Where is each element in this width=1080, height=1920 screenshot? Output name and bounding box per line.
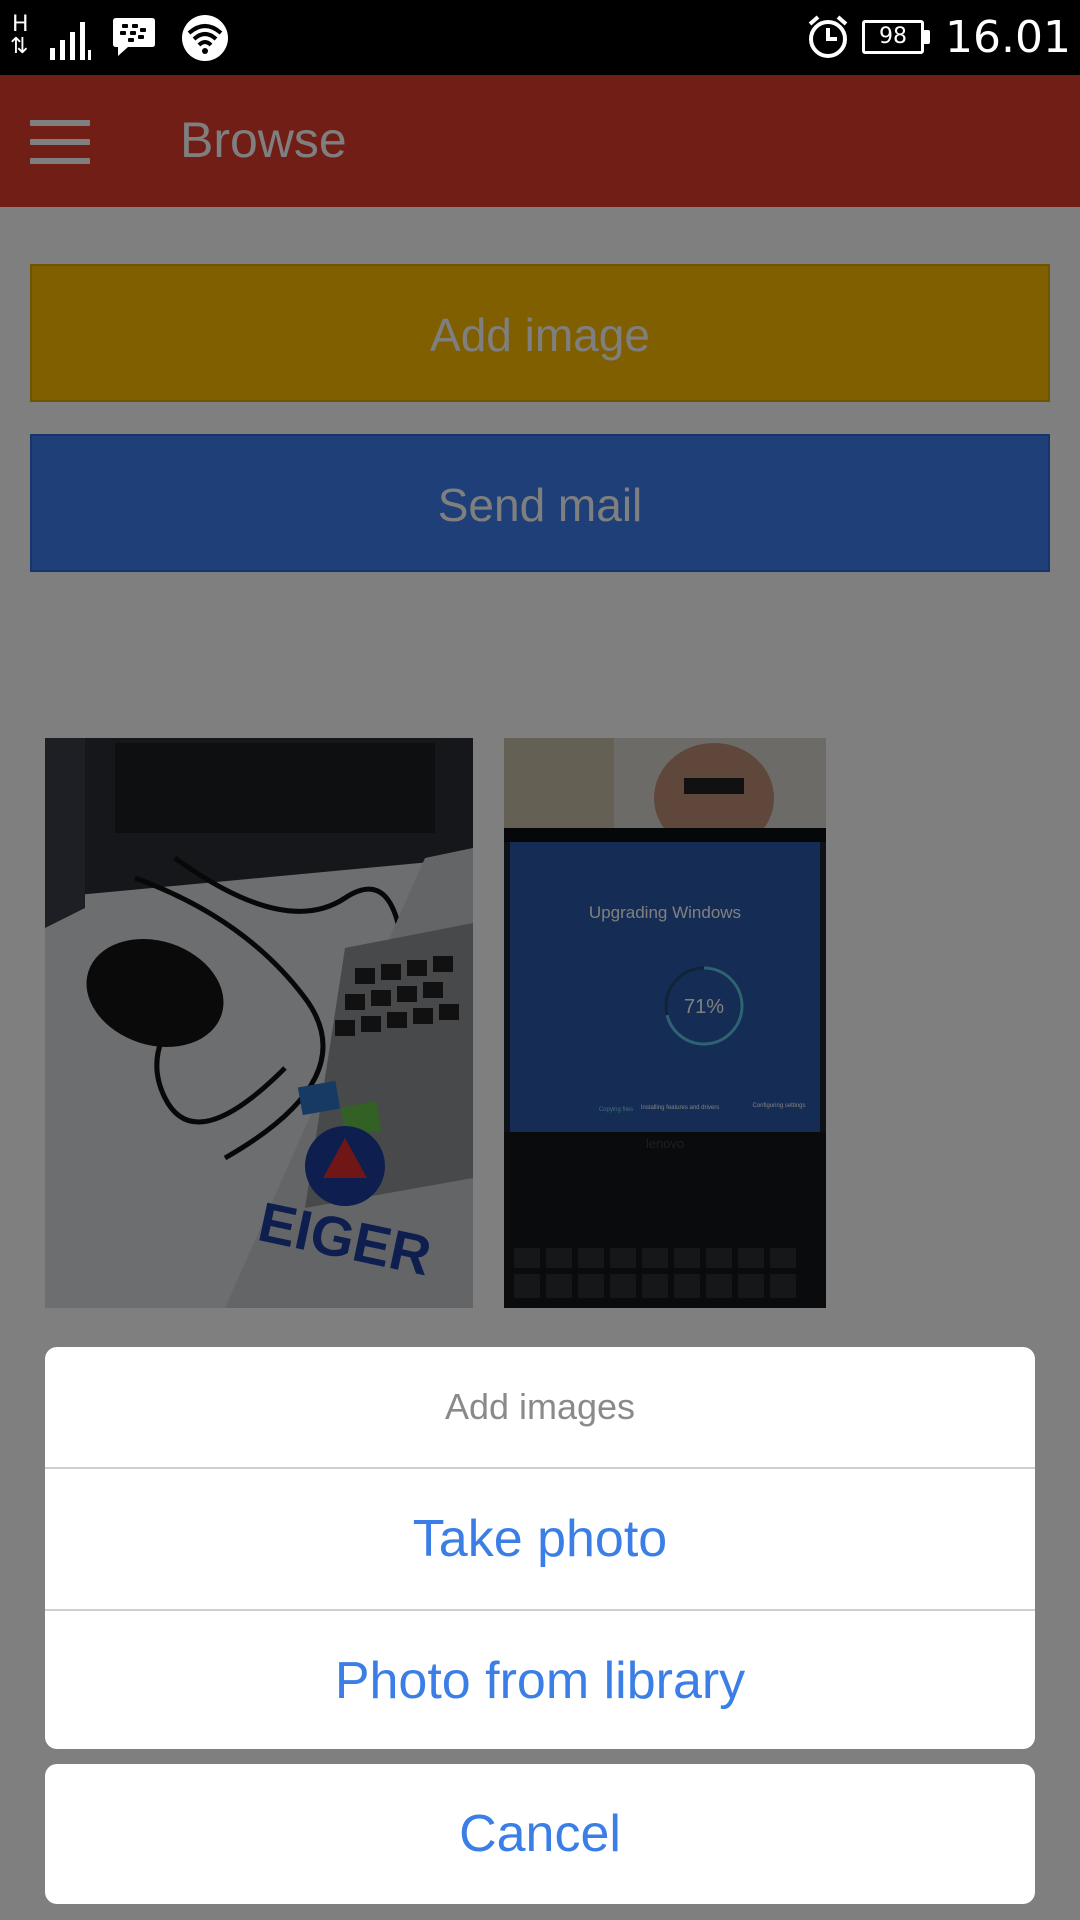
battery-icon: 98 <box>862 20 930 54</box>
take-photo-button[interactable]: Take photo <box>45 1469 1035 1609</box>
action-sheet-title: Add images <box>444 1386 636 1427</box>
cancel-button[interactable]: Cancel <box>45 1764 1035 1904</box>
status-bar: H ⇅ 98 16.01 <box>0 0 1080 75</box>
add-images-action-sheet: Add images Take photo Photo from library <box>45 1347 1035 1749</box>
photo-from-library-button[interactable]: Photo from library <box>45 1611 1035 1749</box>
alarm-icon <box>808 15 848 58</box>
blackberry-messenger-icon <box>113 18 155 56</box>
network-h-icon: H ⇅ <box>8 14 98 60</box>
wifi-icon <box>182 15 228 61</box>
network-arrows: ⇅ <box>10 34 29 59</box>
network-type-label: H <box>12 12 29 37</box>
signal-bars-icon <box>50 22 91 60</box>
clock: 16.01 <box>945 12 1071 63</box>
battery-percent: 98 <box>879 24 907 49</box>
